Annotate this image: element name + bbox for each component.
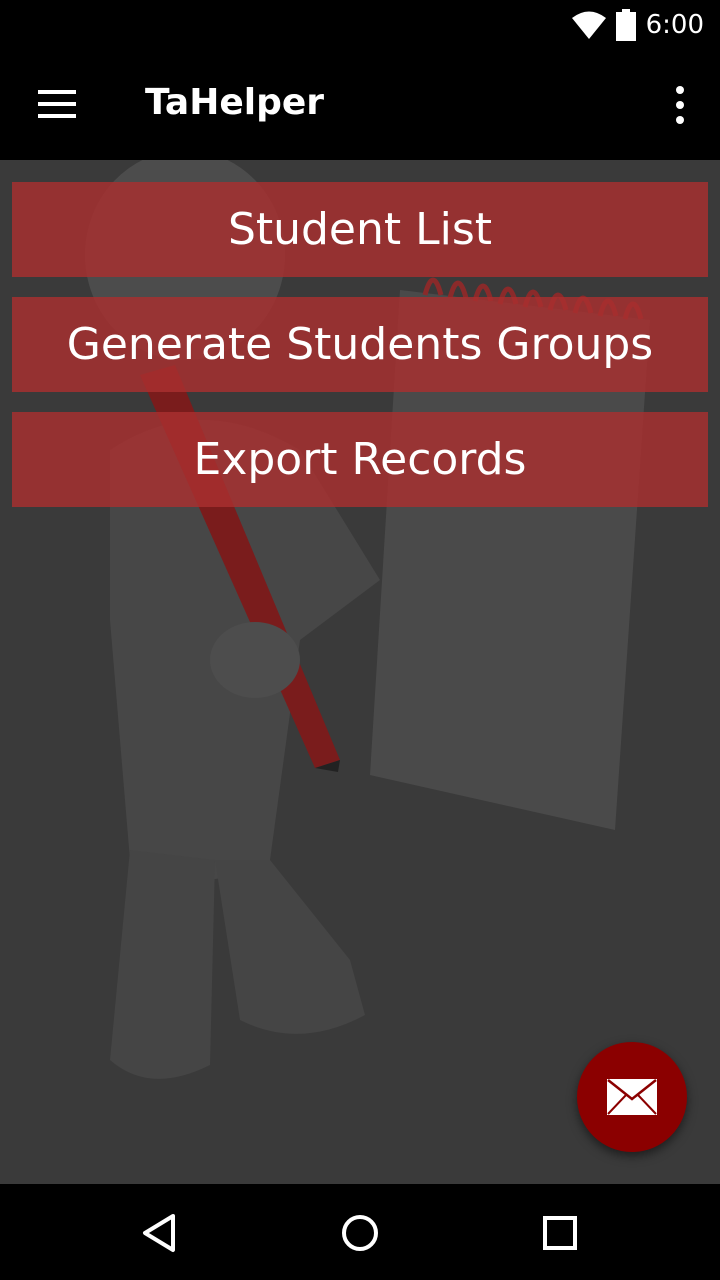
main-content: Student List Generate Students Groups Ex… — [0, 160, 720, 1184]
export-records-button[interactable]: Export Records — [12, 412, 708, 507]
app-title: TaHelper — [145, 82, 325, 123]
status-icons: 6:00 — [571, 8, 704, 42]
navigation-bar — [0, 1184, 720, 1280]
battery-icon — [615, 9, 636, 41]
app-bar: TaHelper — [0, 50, 720, 160]
status-time: 6:00 — [645, 10, 704, 40]
generate-students-groups-button[interactable]: Generate Students Groups — [12, 297, 708, 392]
wifi-icon — [571, 11, 606, 39]
more-vert-icon[interactable] — [674, 86, 686, 124]
back-icon[interactable] — [135, 1208, 185, 1258]
mail-icon — [607, 1079, 657, 1115]
recents-icon[interactable] — [535, 1208, 585, 1258]
status-bar: 6:00 — [0, 0, 720, 50]
hamburger-menu-icon[interactable] — [38, 90, 76, 120]
student-list-button[interactable]: Student List — [12, 182, 708, 277]
home-icon[interactable] — [335, 1208, 385, 1258]
mail-fab-button[interactable] — [577, 1042, 687, 1152]
